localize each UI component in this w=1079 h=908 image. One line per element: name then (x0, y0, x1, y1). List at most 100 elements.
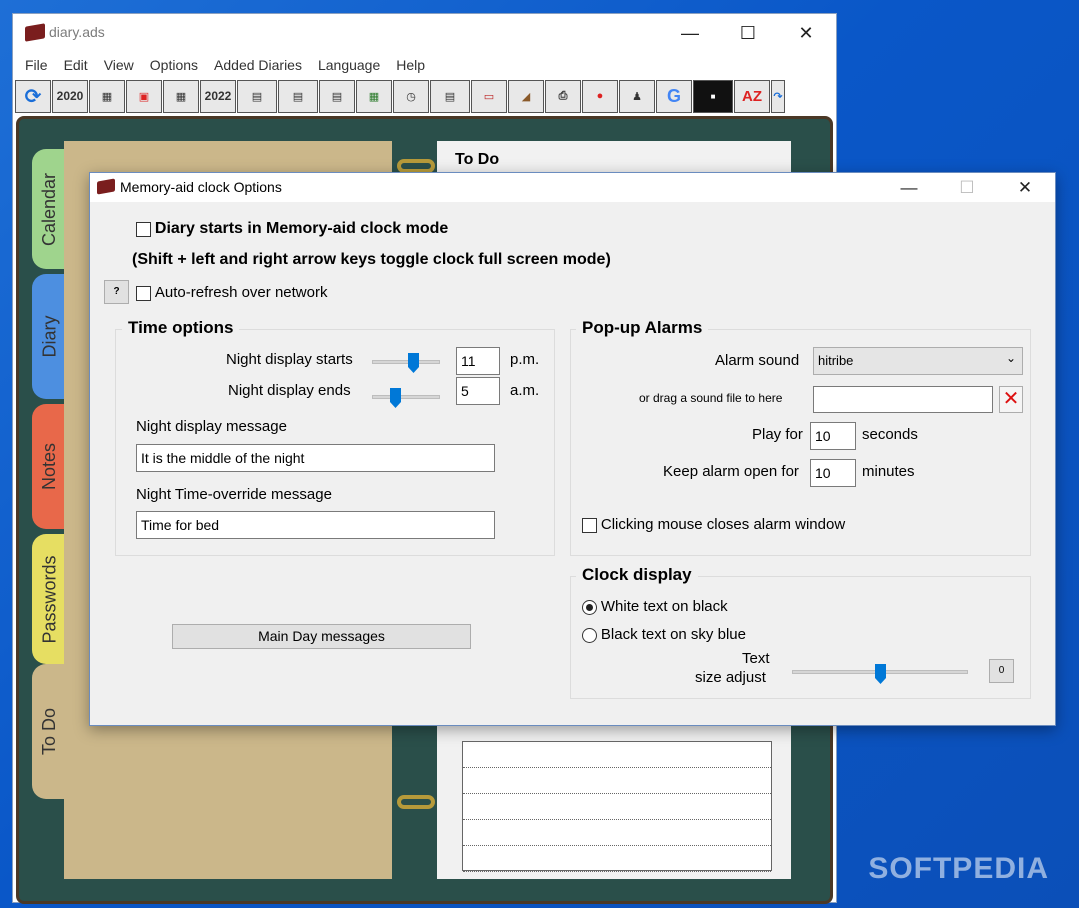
alarm-sound-select[interactable]: hitribe ⌄ (813, 347, 1023, 375)
year-next-button[interactable]: 2022 (200, 79, 236, 113)
keep-open-label: Keep alarm open for (663, 463, 799, 480)
white-on-black-radio[interactable] (582, 599, 597, 615)
book-icon[interactable]: ▭ (471, 79, 507, 113)
diary-starts-label: Diary starts in Memory-aid clock mode (154, 220, 449, 237)
menu-options[interactable]: Options (142, 57, 206, 73)
text-size-label-line1: Text (742, 650, 770, 667)
popup-alarms-title: Pop-up Alarms (576, 318, 709, 338)
time-options-title: Time options (122, 318, 240, 338)
drag-sound-label: or drag a sound file to here (639, 391, 783, 405)
night-message-label: Night display message (136, 418, 287, 435)
clock-display-title: Clock display (576, 565, 698, 585)
diary-app-icon (25, 23, 45, 42)
night-starts-ampm: p.m. (510, 351, 540, 368)
black-on-blue-row[interactable]: Black text on sky blue (582, 626, 746, 643)
day-view-icon[interactable]: ▤ (237, 79, 277, 113)
menu-help[interactable]: Help (388, 57, 433, 73)
click-closes-checkbox[interactable] (582, 517, 597, 533)
override-message-label: Night Time-override message (136, 486, 332, 503)
diary-starts-row[interactable]: Diary starts in Memory-aid clock mode (136, 220, 448, 238)
menu-language[interactable]: Language (310, 57, 388, 73)
auto-refresh-row[interactable]: Auto-refresh over network (136, 284, 327, 301)
calendar-prev-icon[interactable]: ▦ (89, 79, 125, 113)
sort-az-icon[interactable]: AZ (734, 79, 770, 113)
night-message-field[interactable]: It is the middle of the night (136, 444, 495, 472)
tab-calendar[interactable]: Calendar (32, 149, 68, 269)
tab-todo[interactable]: To Do (32, 664, 68, 799)
diary-app-icon (97, 178, 115, 195)
balloons-icon[interactable]: ● (582, 79, 618, 113)
main-window-title: diary.ads (49, 24, 105, 40)
diary-starts-checkbox[interactable] (136, 221, 151, 237)
about-icon[interactable]: ■ (693, 79, 733, 113)
memory-aid-options-dialog: Memory-aid clock Options — ☐ ✕ Diary sta… (89, 172, 1056, 726)
tab-passwords[interactable]: Passwords (32, 534, 68, 664)
auto-refresh-checkbox[interactable] (136, 285, 151, 301)
dialog-close-button[interactable]: ✕ (996, 173, 1054, 202)
override-message-field[interactable]: Time for bed (136, 511, 495, 539)
menu-edit[interactable]: Edit (56, 57, 96, 73)
menu-added-diaries[interactable]: Added Diaries (206, 57, 310, 73)
calendar-today-icon[interactable]: ▣ (126, 79, 162, 113)
night-starts-label: Night display starts (226, 351, 353, 368)
sound-file-drop-field[interactable] (813, 386, 993, 413)
dialog-titlebar: Memory-aid clock Options — ☐ ✕ (90, 173, 1055, 202)
white-on-black-row[interactable]: White text on black (582, 598, 728, 615)
clock-search-icon[interactable]: ◷ (393, 79, 429, 113)
dialog-maximize-button[interactable]: ☐ (938, 173, 996, 202)
close-button[interactable]: ✕ (777, 14, 835, 52)
night-starts-field[interactable]: 11 (456, 347, 500, 375)
printer-icon[interactable]: ⎙ (545, 79, 581, 113)
month-view-icon[interactable]: ▤ (319, 79, 355, 113)
text-size-label-line2: size adjust (695, 669, 766, 686)
play-for-label: Play for (752, 426, 803, 443)
week-view-icon[interactable]: ▤ (278, 79, 318, 113)
black-on-blue-radio[interactable] (582, 627, 597, 643)
keep-open-unit: minutes (862, 463, 915, 480)
keep-open-field[interactable]: 10 (810, 459, 856, 487)
tab-notes[interactable]: Notes (32, 404, 68, 529)
arrow-icon[interactable]: ↷ (771, 79, 785, 113)
calendar-next-icon[interactable]: ▦ (163, 79, 199, 113)
menu-file[interactable]: File (17, 57, 56, 73)
toolbar: ⟳ 2020 ▦ ▣ ▦ 2022 ▤ ▤ ▤ ▦ ◷ ▤ ▭ ◢ ⎙ ● ♟ … (13, 78, 836, 114)
night-ends-slider[interactable] (372, 395, 440, 399)
tab-diary[interactable]: Diary (32, 274, 68, 399)
minimize-button[interactable]: — (661, 14, 719, 52)
night-ends-field[interactable]: 5 (456, 377, 500, 405)
refresh-icon[interactable]: ⟳ (15, 79, 51, 113)
todo-heading: To Do (455, 151, 500, 168)
clear-sound-icon[interactable]: ✕ (999, 386, 1023, 413)
notes-view-icon[interactable]: ▤ (430, 79, 470, 113)
help-button[interactable]: ? (104, 280, 129, 304)
dialog-minimize-button[interactable]: — (880, 173, 938, 202)
play-for-field[interactable]: 10 (810, 422, 856, 450)
menu-view[interactable]: View (96, 57, 142, 73)
google-icon[interactable]: G (656, 79, 692, 113)
shift-note: (Shift + left and right arrow keys toggl… (132, 251, 611, 268)
night-ends-ampm: a.m. (510, 382, 540, 399)
main-titlebar: diary.ads — ☐ ✕ (13, 14, 836, 52)
tab-calendar-label: Calendar (39, 172, 60, 246)
alarm-sound-value: hitribe (818, 353, 854, 368)
black-on-blue-label: Black text on sky blue (600, 626, 746, 643)
alarm-sound-label: Alarm sound (715, 352, 800, 369)
spreadsheet-icon[interactable]: ▦ (356, 79, 392, 113)
tab-passwords-label: Passwords (39, 554, 60, 644)
tab-diary-label: Diary (39, 315, 60, 358)
tab-notes-label: Notes (39, 442, 60, 491)
menu-bar: File Edit View Options Added Diaries Lan… (13, 52, 836, 78)
maximize-button[interactable]: ☐ (719, 14, 777, 52)
todo-lines[interactable] (462, 741, 772, 872)
bookmark-icon[interactable]: ◢ (508, 79, 544, 113)
watermark: SOFTPEDIA (868, 852, 1049, 885)
text-size-value[interactable]: 0 (989, 659, 1014, 683)
binder-ring (397, 795, 435, 809)
year-prev-button[interactable]: 2020 (52, 79, 88, 113)
night-starts-slider[interactable] (372, 360, 440, 364)
main-day-messages-button[interactable]: Main Day messages (172, 624, 471, 649)
click-closes-row[interactable]: Clicking mouse closes alarm window (582, 516, 845, 533)
white-on-black-label: White text on black (600, 598, 728, 615)
people-icon[interactable]: ♟ (619, 79, 655, 113)
dialog-title: Memory-aid clock Options (120, 179, 282, 195)
